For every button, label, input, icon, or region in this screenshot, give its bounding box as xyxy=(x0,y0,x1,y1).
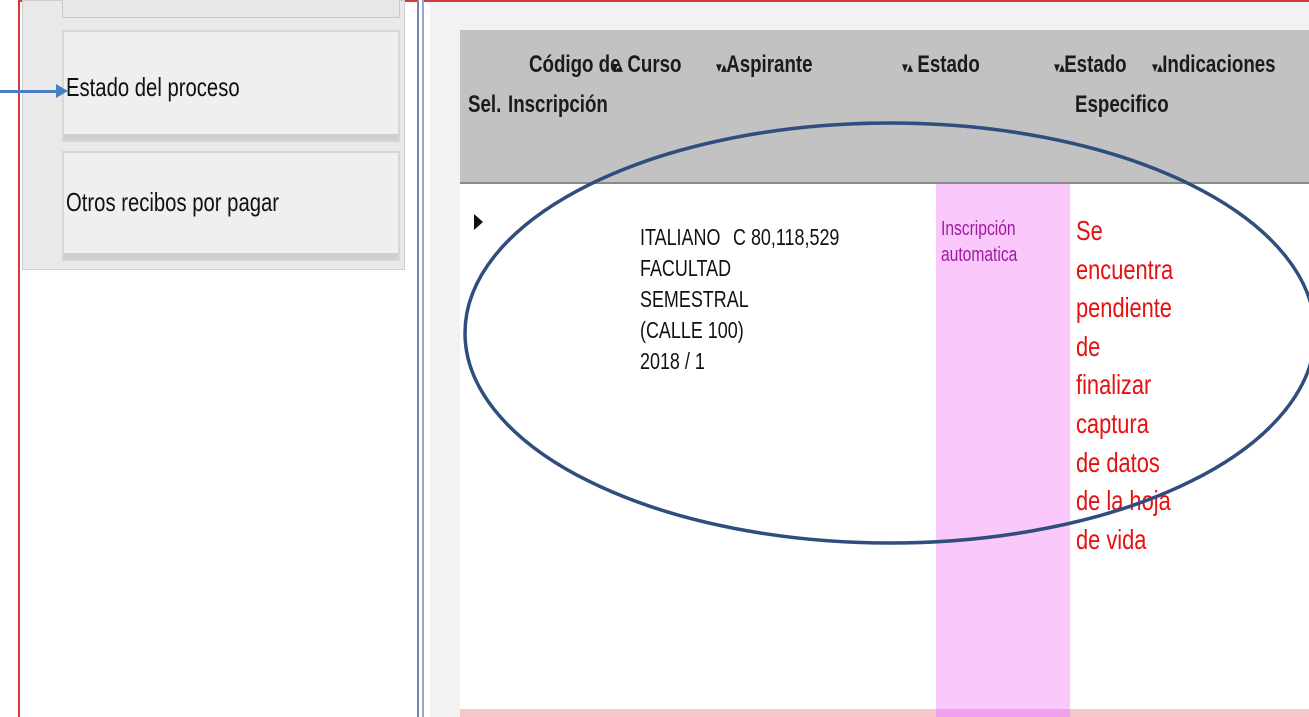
estado-especifico-cell: Se encuentra pendiente de finalizar capt… xyxy=(1076,215,1174,555)
aspirante-cell: C 80,118,529 xyxy=(733,224,840,250)
sort-icon[interactable]: ▾▴ xyxy=(612,59,623,76)
column-header-codigo-line2: Inscripción xyxy=(508,91,608,118)
sidebar-item-label: Otros recibos por pagar xyxy=(66,187,280,217)
expand-row-icon[interactable] xyxy=(474,214,483,230)
column-header-aspirante[interactable]: ▾▴Aspirante xyxy=(716,50,840,83)
estado-cell-text: Inscripción automatica xyxy=(941,218,1018,266)
column-header-sel: Sel. xyxy=(468,91,502,118)
column-header-estado-especifico[interactable]: ▾▴Estado xyxy=(1054,50,1147,83)
sort-icon[interactable]: ▾▴ xyxy=(716,59,727,76)
sort-icon[interactable]: ▾▴ xyxy=(1054,59,1065,76)
column-header-estado[interactable]: ▾▴ Estado xyxy=(902,50,1002,83)
annotation-arrow xyxy=(0,90,58,93)
frame-left-border xyxy=(18,0,20,717)
next-row-edge-estado xyxy=(936,709,1070,717)
annotation-arrow-head xyxy=(56,84,68,98)
sidebar-item-label: Estado del proceso xyxy=(66,72,240,102)
sidebar-item-otros-recibos[interactable]: Otros recibos por pagar xyxy=(62,151,400,261)
sidebar-item-estado-del-proceso[interactable]: Estado del proceso xyxy=(62,30,400,142)
column-header-curso[interactable]: ▾▴ Curso xyxy=(612,50,701,83)
sort-icon[interactable]: ▾▴ xyxy=(1152,59,1163,76)
sort-icon[interactable]: ▾▴ xyxy=(902,59,913,76)
column-header-indicaciones[interactable]: ▾▴Indicaciones xyxy=(1152,50,1309,83)
sidebar-item-previous[interactable] xyxy=(62,0,400,18)
column-header-estado-especifico-line2: Especifico xyxy=(1075,91,1169,118)
panel-divider[interactable] xyxy=(417,0,424,717)
next-row-edge xyxy=(460,709,1309,717)
